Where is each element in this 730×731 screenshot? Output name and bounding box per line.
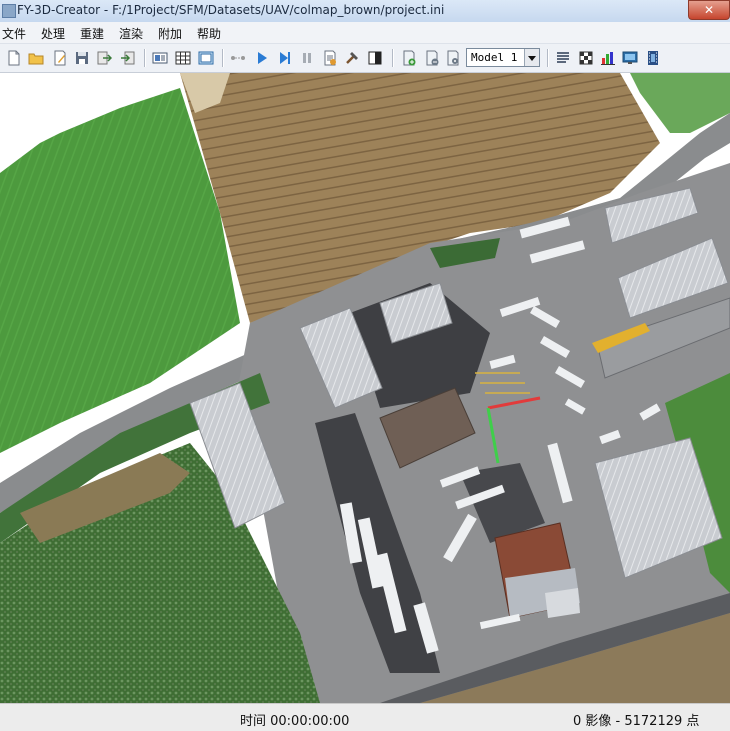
layout-view-icon[interactable] (198, 50, 214, 66)
list-icon[interactable] (555, 50, 571, 66)
save-icon[interactable] (74, 50, 90, 66)
menu-process[interactable]: 处理 (41, 25, 65, 42)
elapsed-time: 时间 00:00:00:00 (240, 714, 350, 729)
screen-capture-icon[interactable] (622, 50, 638, 66)
report-icon[interactable] (322, 50, 338, 66)
hammer-icon[interactable] (344, 50, 360, 66)
close-window-button[interactable]: ✕ (688, 0, 730, 20)
window-title: FY-3D-Creator - F:/1Project/SFM/Datasets… (17, 3, 445, 17)
import-icon[interactable] (120, 50, 136, 66)
contrast-icon[interactable] (367, 50, 383, 66)
toolbar-separator (392, 49, 394, 67)
toolbar-separator (222, 49, 224, 67)
toolbar-separator (547, 49, 549, 67)
menu-help[interactable]: 帮助 (197, 25, 221, 42)
menu-bar: 文件 处理 重建 渲染 附加 帮助 (0, 22, 730, 44)
export-icon[interactable] (96, 50, 112, 66)
toolbar: Model 1 (0, 44, 730, 73)
new-file-icon[interactable] (6, 50, 22, 66)
step-forward-icon[interactable] (277, 50, 293, 66)
menu-reconstruct[interactable]: 重建 (80, 25, 104, 42)
status-bar: 时间 00:00:00:00 0 影像 - 5172129 点 (0, 703, 730, 731)
film-icon[interactable] (645, 50, 661, 66)
bar-chart-icon[interactable] (600, 50, 616, 66)
title-bar: FY-3D-Creator - F:/1Project/SFM/Datasets… (0, 0, 730, 23)
menu-addons[interactable]: 附加 (158, 25, 182, 42)
chevron-down-icon[interactable] (524, 49, 539, 66)
checker-icon[interactable] (578, 50, 594, 66)
remove-layer-icon[interactable] (424, 50, 440, 66)
toolbar-separator (144, 49, 146, 67)
play-icon[interactable] (254, 50, 270, 66)
edit-file-icon[interactable] (52, 50, 68, 66)
image-point-count: 0 影像 - 5172129 点 (573, 714, 700, 729)
image-view-icon[interactable] (152, 50, 168, 66)
add-layer-icon[interactable] (401, 50, 417, 66)
menu-render[interactable]: 渲染 (119, 25, 143, 42)
model-select[interactable]: Model 1 (466, 48, 540, 67)
app-icon (2, 4, 16, 18)
pause-icon[interactable] (299, 50, 315, 66)
model-select-value: Model 1 (471, 51, 518, 64)
open-folder-icon[interactable] (28, 50, 44, 66)
menu-file[interactable]: 文件 (2, 25, 26, 42)
connect-icon[interactable] (230, 50, 246, 66)
point-cloud-viewport[interactable] (0, 73, 730, 703)
grid-view-icon[interactable] (175, 50, 191, 66)
aerial-point-cloud (0, 73, 730, 703)
layer-settings-icon[interactable] (445, 50, 461, 66)
